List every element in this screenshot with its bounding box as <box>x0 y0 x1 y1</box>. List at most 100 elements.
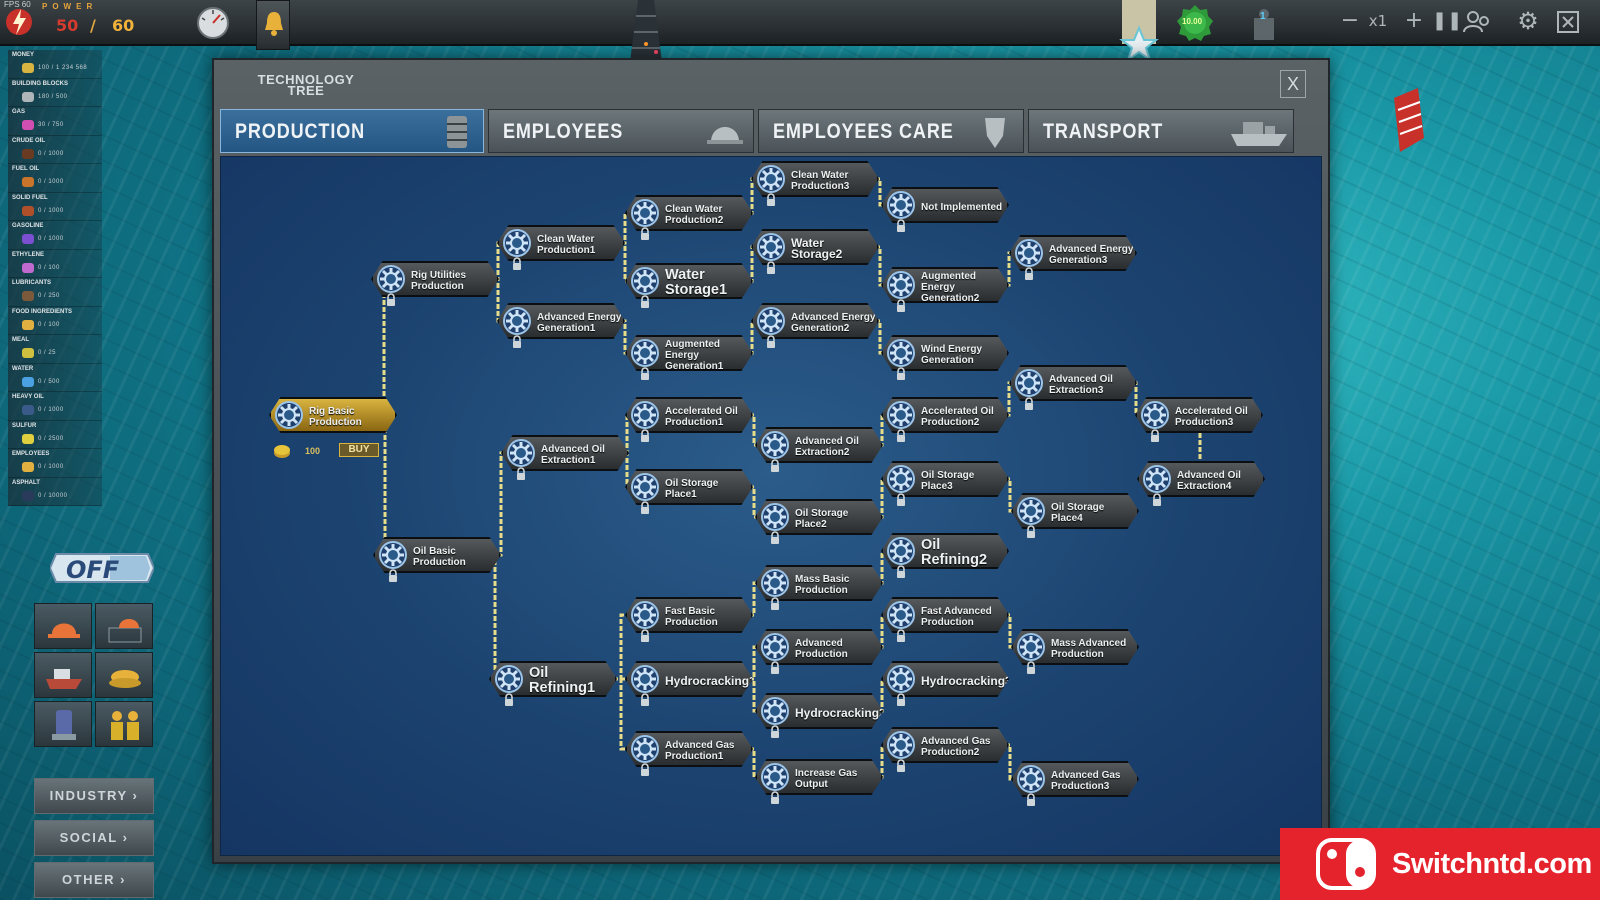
shield-icon <box>985 118 1005 148</box>
tech-gear-icon <box>630 734 660 764</box>
tech-gear-icon <box>1016 496 1046 526</box>
tech-gear-icon <box>886 600 916 630</box>
tech-node-label: Water Storage1 <box>665 267 728 298</box>
workers-indicator[interactable]: 1 <box>1246 6 1282 42</box>
tech-gear-icon <box>756 232 786 262</box>
resource-name: ETHYLENE <box>12 251 45 258</box>
tech-node-label: Hydrocracking3 <box>921 673 1012 688</box>
power-gauge-icon[interactable] <box>196 6 230 40</box>
resource-name: CRUDE OIL <box>12 137 45 144</box>
tech-node-label: Not Implemented <box>921 201 1003 213</box>
build-helmet-slot-1[interactable] <box>34 603 92 649</box>
power-bolt-icon <box>6 9 32 35</box>
build-ship-slot[interactable] <box>34 652 92 698</box>
tech-node-label: Augmented Energy Generation2 <box>921 270 980 304</box>
tech-node-label: Accelerated Oil Production3 <box>1175 406 1248 428</box>
tech-node-label: Advanced Oil Extraction1 <box>541 444 605 466</box>
lock-icon <box>770 661 780 674</box>
star-banner-icon[interactable] <box>1118 0 1160 66</box>
resource-row: SULFUR 0 / 2500 <box>8 420 102 449</box>
pause-button[interactable]: ❚❚ <box>1432 10 1462 34</box>
lock-icon <box>770 531 780 544</box>
lock-icon <box>512 335 522 348</box>
resource-row: FUEL OIL 0 / 1000 <box>8 164 102 193</box>
tab-label: TRANSPORT <box>1043 120 1164 143</box>
close-button[interactable]: X <box>1280 70 1306 98</box>
tech-link <box>879 477 885 519</box>
resource-icon <box>22 91 34 102</box>
zoom-in-button[interactable]: + <box>1402 10 1426 34</box>
tab-employees-care[interactable]: EMPLOYEES CARE <box>758 109 1024 153</box>
tech-node-label: Accelerated Oil Production2 <box>921 406 994 428</box>
tech-link <box>495 277 501 323</box>
buy-cost: 100 <box>305 446 321 456</box>
tech-link <box>749 747 759 779</box>
build-workers-slot[interactable] <box>95 701 153 747</box>
lock-icon <box>896 759 906 772</box>
build-tools-grid <box>34 603 154 749</box>
worker-count: 1 <box>1260 11 1266 22</box>
tech-gear-icon <box>1016 632 1046 662</box>
employees-manage-icon[interactable] <box>1462 10 1492 34</box>
tech-node-label: Hydrocracking2 <box>795 705 886 720</box>
tab-transport[interactable]: TRANSPORT <box>1028 109 1294 153</box>
panel-title: TECHNOLOGY TREE <box>257 72 355 98</box>
tech-node-label: Clean Water Production3 <box>791 170 850 192</box>
hardhat-icon <box>48 623 80 638</box>
tech-gear-icon <box>630 198 660 228</box>
lock-icon <box>640 227 650 240</box>
nav-social-button[interactable]: SOCIAL › <box>34 820 154 856</box>
lock-icon <box>896 493 906 506</box>
tech-gear-icon <box>630 600 660 630</box>
tech-node-label: Oil Storage Place1 <box>665 478 719 500</box>
tech-gear-icon <box>1016 764 1046 794</box>
resource-icon <box>22 120 34 130</box>
tech-link <box>1005 613 1015 649</box>
watermark-text: Switchntd.com <box>1392 848 1592 880</box>
resource-name: WATER <box>12 365 34 372</box>
technology-tree-panel: TECHNOLOGY TREE X PRODUCTION EMPLOYEES E… <box>212 58 1330 864</box>
tech-link <box>875 319 885 355</box>
resource-value: 0 / 100 <box>38 264 60 271</box>
tech-node-label: Advanced Oil Extraction4 <box>1177 470 1241 492</box>
resource-name: MEAL <box>12 337 29 343</box>
console-logo-icon <box>1316 838 1376 890</box>
zoom-out-button[interactable]: − <box>1338 10 1362 34</box>
power-current: 50 <box>56 16 79 35</box>
buy-button[interactable]: BUY <box>339 443 379 457</box>
speed-indicator[interactable]: x1 <box>1366 10 1390 34</box>
build-tank-slot[interactable] <box>34 701 92 747</box>
resource-name: ASPHALT <box>12 479 40 486</box>
tech-node-label: Clean Water Production2 <box>665 204 724 226</box>
tech-gear-icon <box>376 264 406 294</box>
nav-other-button[interactable]: OTHER › <box>34 862 154 898</box>
tech-link <box>625 413 629 455</box>
tech-link <box>749 245 755 283</box>
tech-gear-icon <box>1014 368 1044 398</box>
resource-value: 0 / 1000 <box>38 407 64 413</box>
tab-production[interactable]: PRODUCTION <box>220 109 484 153</box>
resource-name: SULFUR <box>12 422 37 429</box>
exit-game-icon[interactable] <box>1556 10 1580 34</box>
lock-icon <box>896 367 906 380</box>
lock-icon <box>640 629 650 642</box>
tab-employees[interactable]: EMPLOYEES <box>488 109 754 153</box>
build-helmet-slot-2[interactable] <box>95 603 153 649</box>
lock-icon <box>640 501 650 514</box>
tech-gear-icon <box>630 400 660 430</box>
tech-gear-icon <box>760 568 790 598</box>
lock-icon <box>388 569 398 582</box>
nav-industry-button[interactable]: INDUSTRY › <box>34 778 154 814</box>
build-food-slot[interactable] <box>95 652 153 698</box>
tech-gear-icon <box>886 338 916 368</box>
resource-row: MONEY 100 / 1 234 568 <box>8 50 102 79</box>
settings-gear-icon[interactable]: ⚙ <box>1516 9 1540 34</box>
resource-row: MEAL 0 / 25 <box>8 335 102 364</box>
tech-gear-icon <box>760 430 790 460</box>
tech-gear-icon <box>760 762 790 792</box>
tech-link <box>613 613 629 681</box>
reputation-badge: 10.00 <box>1176 4 1214 42</box>
tech-link <box>875 245 885 287</box>
tech-gear-icon <box>886 400 916 430</box>
resource-value: 0 / 2500 <box>38 435 64 442</box>
